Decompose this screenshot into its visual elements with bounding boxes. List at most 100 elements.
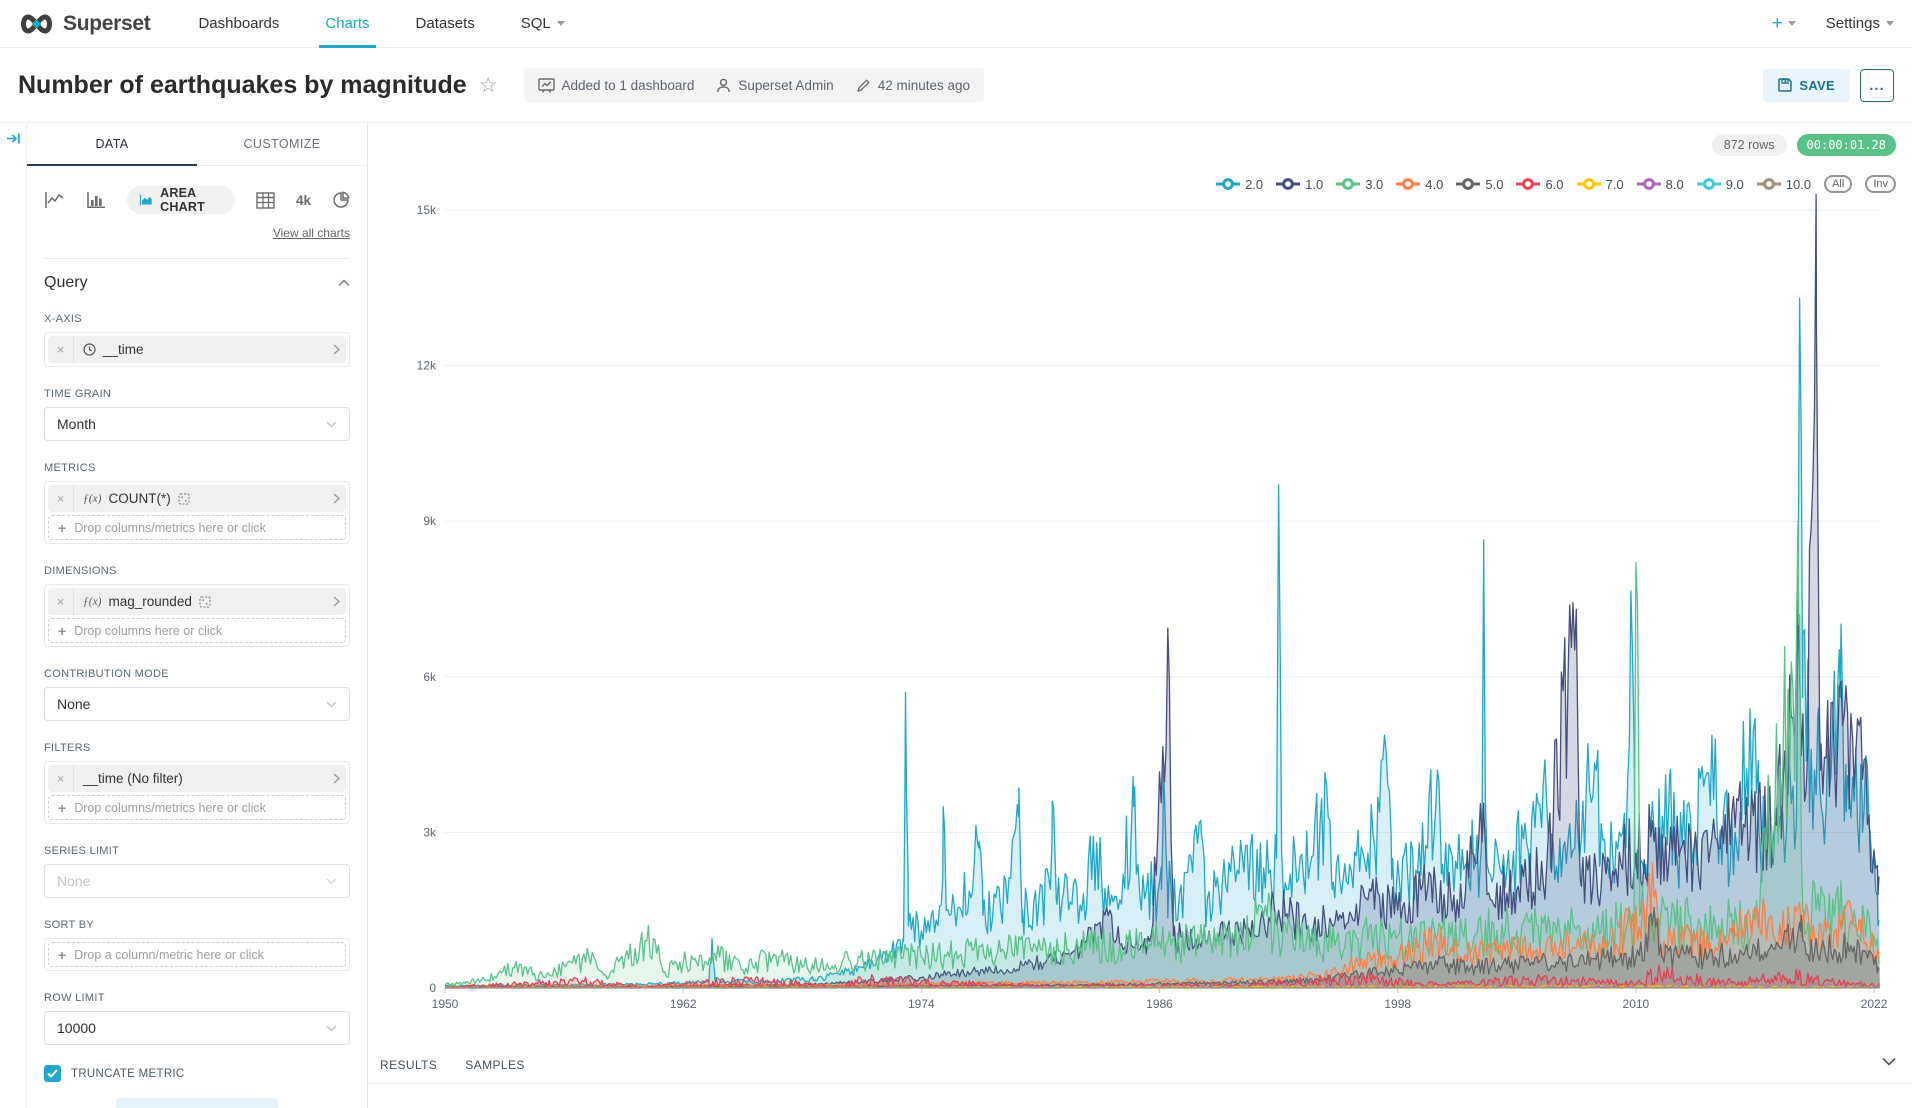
divider	[368, 1083, 1912, 1084]
svg-text:1950: 1950	[432, 997, 459, 1011]
nav-datasets[interactable]: Datasets	[416, 0, 475, 48]
svg-text:12k: 12k	[417, 359, 437, 373]
svg-text:2010: 2010	[1623, 997, 1650, 1011]
svg-text:15k: 15k	[417, 203, 437, 217]
nav-dashboards[interactable]: Dashboards	[198, 0, 279, 48]
truncate-metric-checkbox-row[interactable]: TRUNCATE METRIC	[44, 1065, 350, 1082]
svg-text:1998: 1998	[1384, 997, 1411, 1011]
top-navbar: Superset Dashboards Charts Datasets SQL …	[0, 0, 1912, 48]
metric-pill[interactable]: × ƒ(x)COUNT(*)	[48, 485, 346, 512]
filters-dropzone[interactable]: +Drop columns/metrics here or click	[48, 795, 346, 820]
dashboard-icon	[538, 78, 555, 93]
svg-text:0: 0	[429, 981, 436, 995]
remove-icon[interactable]: ×	[48, 765, 74, 792]
xaxis-pill[interactable]: × __time	[48, 336, 346, 363]
panel-collapse-strip	[0, 123, 27, 1108]
area-chart-selected[interactable]: AREA CHART	[127, 186, 235, 214]
tab-results[interactable]: RESULTS	[380, 1058, 437, 1072]
collapse-results-icon[interactable]	[1882, 1053, 1896, 1071]
remove-icon[interactable]: ×	[48, 485, 74, 512]
last-modified-meta[interactable]: 42 minutes ago	[856, 78, 970, 93]
legend-marker-icon	[1577, 178, 1601, 190]
legend-item-6.0[interactable]: 6.0	[1516, 177, 1563, 192]
nav-sql[interactable]: SQL	[521, 0, 565, 48]
legend-item-5.0[interactable]: 5.0	[1456, 177, 1503, 192]
pie-chart-icon[interactable]	[332, 191, 350, 209]
contribution-mode-label: CONTRIBUTION MODE	[44, 668, 350, 680]
dashboards-added-meta[interactable]: Added to 1 dashboard	[538, 78, 695, 93]
superset-logo[interactable]: Superset	[18, 10, 150, 38]
row-limit-select[interactable]: 10000	[44, 1011, 350, 1045]
metadata-bar: Added to 1 dashboard Superset Admin 42 m…	[524, 68, 984, 102]
series-limit-select[interactable]: None	[44, 864, 350, 898]
tab-data[interactable]: DATA	[27, 123, 197, 165]
filter-pill[interactable]: × __time (No filter)	[48, 765, 346, 792]
metrics-dropzone[interactable]: +Drop columns/metrics here or click	[48, 515, 346, 540]
checkbox-checked-icon[interactable]	[44, 1065, 61, 1082]
sort-by-control: +Drop a column/metric here or click	[44, 938, 350, 971]
panel-body: AREA CHART 4k View all charts Query X-AX…	[27, 166, 367, 1108]
chart-type-selector: AREA CHART 4k	[44, 186, 350, 214]
dimension-pill[interactable]: × ƒ(x)mag_rounded	[48, 588, 346, 615]
more-options-button[interactable]: ...	[1860, 69, 1894, 102]
legend-item-9.0[interactable]: 9.0	[1697, 177, 1744, 192]
legend-select-all[interactable]: All	[1824, 175, 1852, 193]
legend-marker-icon	[1216, 178, 1240, 190]
line-chart-icon[interactable]	[44, 191, 65, 209]
update-chart-button[interactable]: UPDATE CHART	[116, 1098, 278, 1108]
svg-text:3k: 3k	[423, 825, 437, 839]
filters-control: × __time (No filter) +Drop columns/metri…	[44, 761, 350, 824]
sort-by-dropzone[interactable]: +Drop a column/metric here or click	[48, 942, 346, 967]
nav-charts[interactable]: Charts	[325, 0, 369, 48]
metrics-control: × ƒ(x)COUNT(*) +Drop columns/metrics her…	[44, 481, 350, 544]
xaxis-control: × __time	[44, 332, 350, 367]
dimensions-control: × ƒ(x)mag_rounded +Drop columns here or …	[44, 584, 350, 647]
settings-menu[interactable]: Settings	[1826, 15, 1894, 32]
divider	[44, 258, 350, 259]
legend-marker-icon	[1516, 178, 1540, 190]
chart-legend: 2.0 1.0 3.0 4.0 5.0 6.0 7.0 8.0 9.0 10	[1216, 175, 1896, 193]
dimensions-dropzone[interactable]: +Drop columns here or click	[48, 618, 346, 643]
save-button[interactable]: SAVE	[1763, 69, 1850, 102]
chart-header: Number of earthquakes by magnitude ☆ Add…	[0, 48, 1912, 123]
area-chart-icon	[139, 192, 153, 208]
panel-tabs: DATA CUSTOMIZE	[27, 123, 367, 166]
view-all-charts-link[interactable]: View all charts	[273, 226, 350, 240]
certified-grid-icon	[178, 493, 190, 505]
chevron-right-icon	[331, 344, 346, 355]
tab-samples[interactable]: SAMPLES	[465, 1058, 525, 1072]
chevron-right-icon	[331, 773, 346, 784]
legend-marker-icon	[1336, 178, 1360, 190]
superset-infinity-icon	[18, 10, 55, 38]
area-chart-canvas[interactable]: 03k6k9k12k15k195019621974198619982010202…	[368, 123, 1912, 1047]
series-limit-label: SERIES LIMIT	[44, 845, 350, 857]
svg-text:1986: 1986	[1146, 997, 1173, 1011]
legend-item-10.0[interactable]: 10.0	[1757, 177, 1811, 192]
legend-item-4.0[interactable]: 4.0	[1396, 177, 1443, 192]
time-grain-select[interactable]: Month	[44, 407, 350, 441]
legend-item-8.0[interactable]: 8.0	[1637, 177, 1684, 192]
favorite-star-icon[interactable]: ☆	[479, 73, 498, 98]
chevron-up-icon[interactable]	[338, 279, 350, 287]
tab-customize[interactable]: CUSTOMIZE	[197, 123, 367, 165]
big-number-chart-icon[interactable]: 4k	[296, 193, 311, 208]
table-chart-icon[interactable]	[256, 192, 275, 209]
remove-icon[interactable]: ×	[48, 588, 74, 615]
legend-item-7.0[interactable]: 7.0	[1577, 177, 1624, 192]
bar-chart-icon[interactable]	[86, 191, 106, 209]
new-item-button[interactable]: +	[1772, 13, 1796, 35]
owner-meta[interactable]: Superset Admin	[716, 78, 833, 93]
pencil-icon	[856, 78, 871, 93]
collapse-panel-icon[interactable]	[6, 131, 21, 151]
chevron-down-icon	[326, 878, 337, 885]
remove-icon[interactable]: ×	[48, 336, 74, 363]
area-chart-label: AREA CHART	[160, 186, 223, 214]
chevron-right-icon	[331, 596, 346, 607]
legend-item-2.0[interactable]: 2.0	[1216, 177, 1263, 192]
contribution-mode-select[interactable]: None	[44, 687, 350, 721]
legend-marker-icon	[1276, 178, 1300, 190]
legend-item-1.0[interactable]: 1.0	[1276, 177, 1323, 192]
legend-item-3.0[interactable]: 3.0	[1336, 177, 1383, 192]
clock-icon	[83, 343, 96, 356]
legend-invert-selection[interactable]: Inv	[1865, 175, 1896, 193]
